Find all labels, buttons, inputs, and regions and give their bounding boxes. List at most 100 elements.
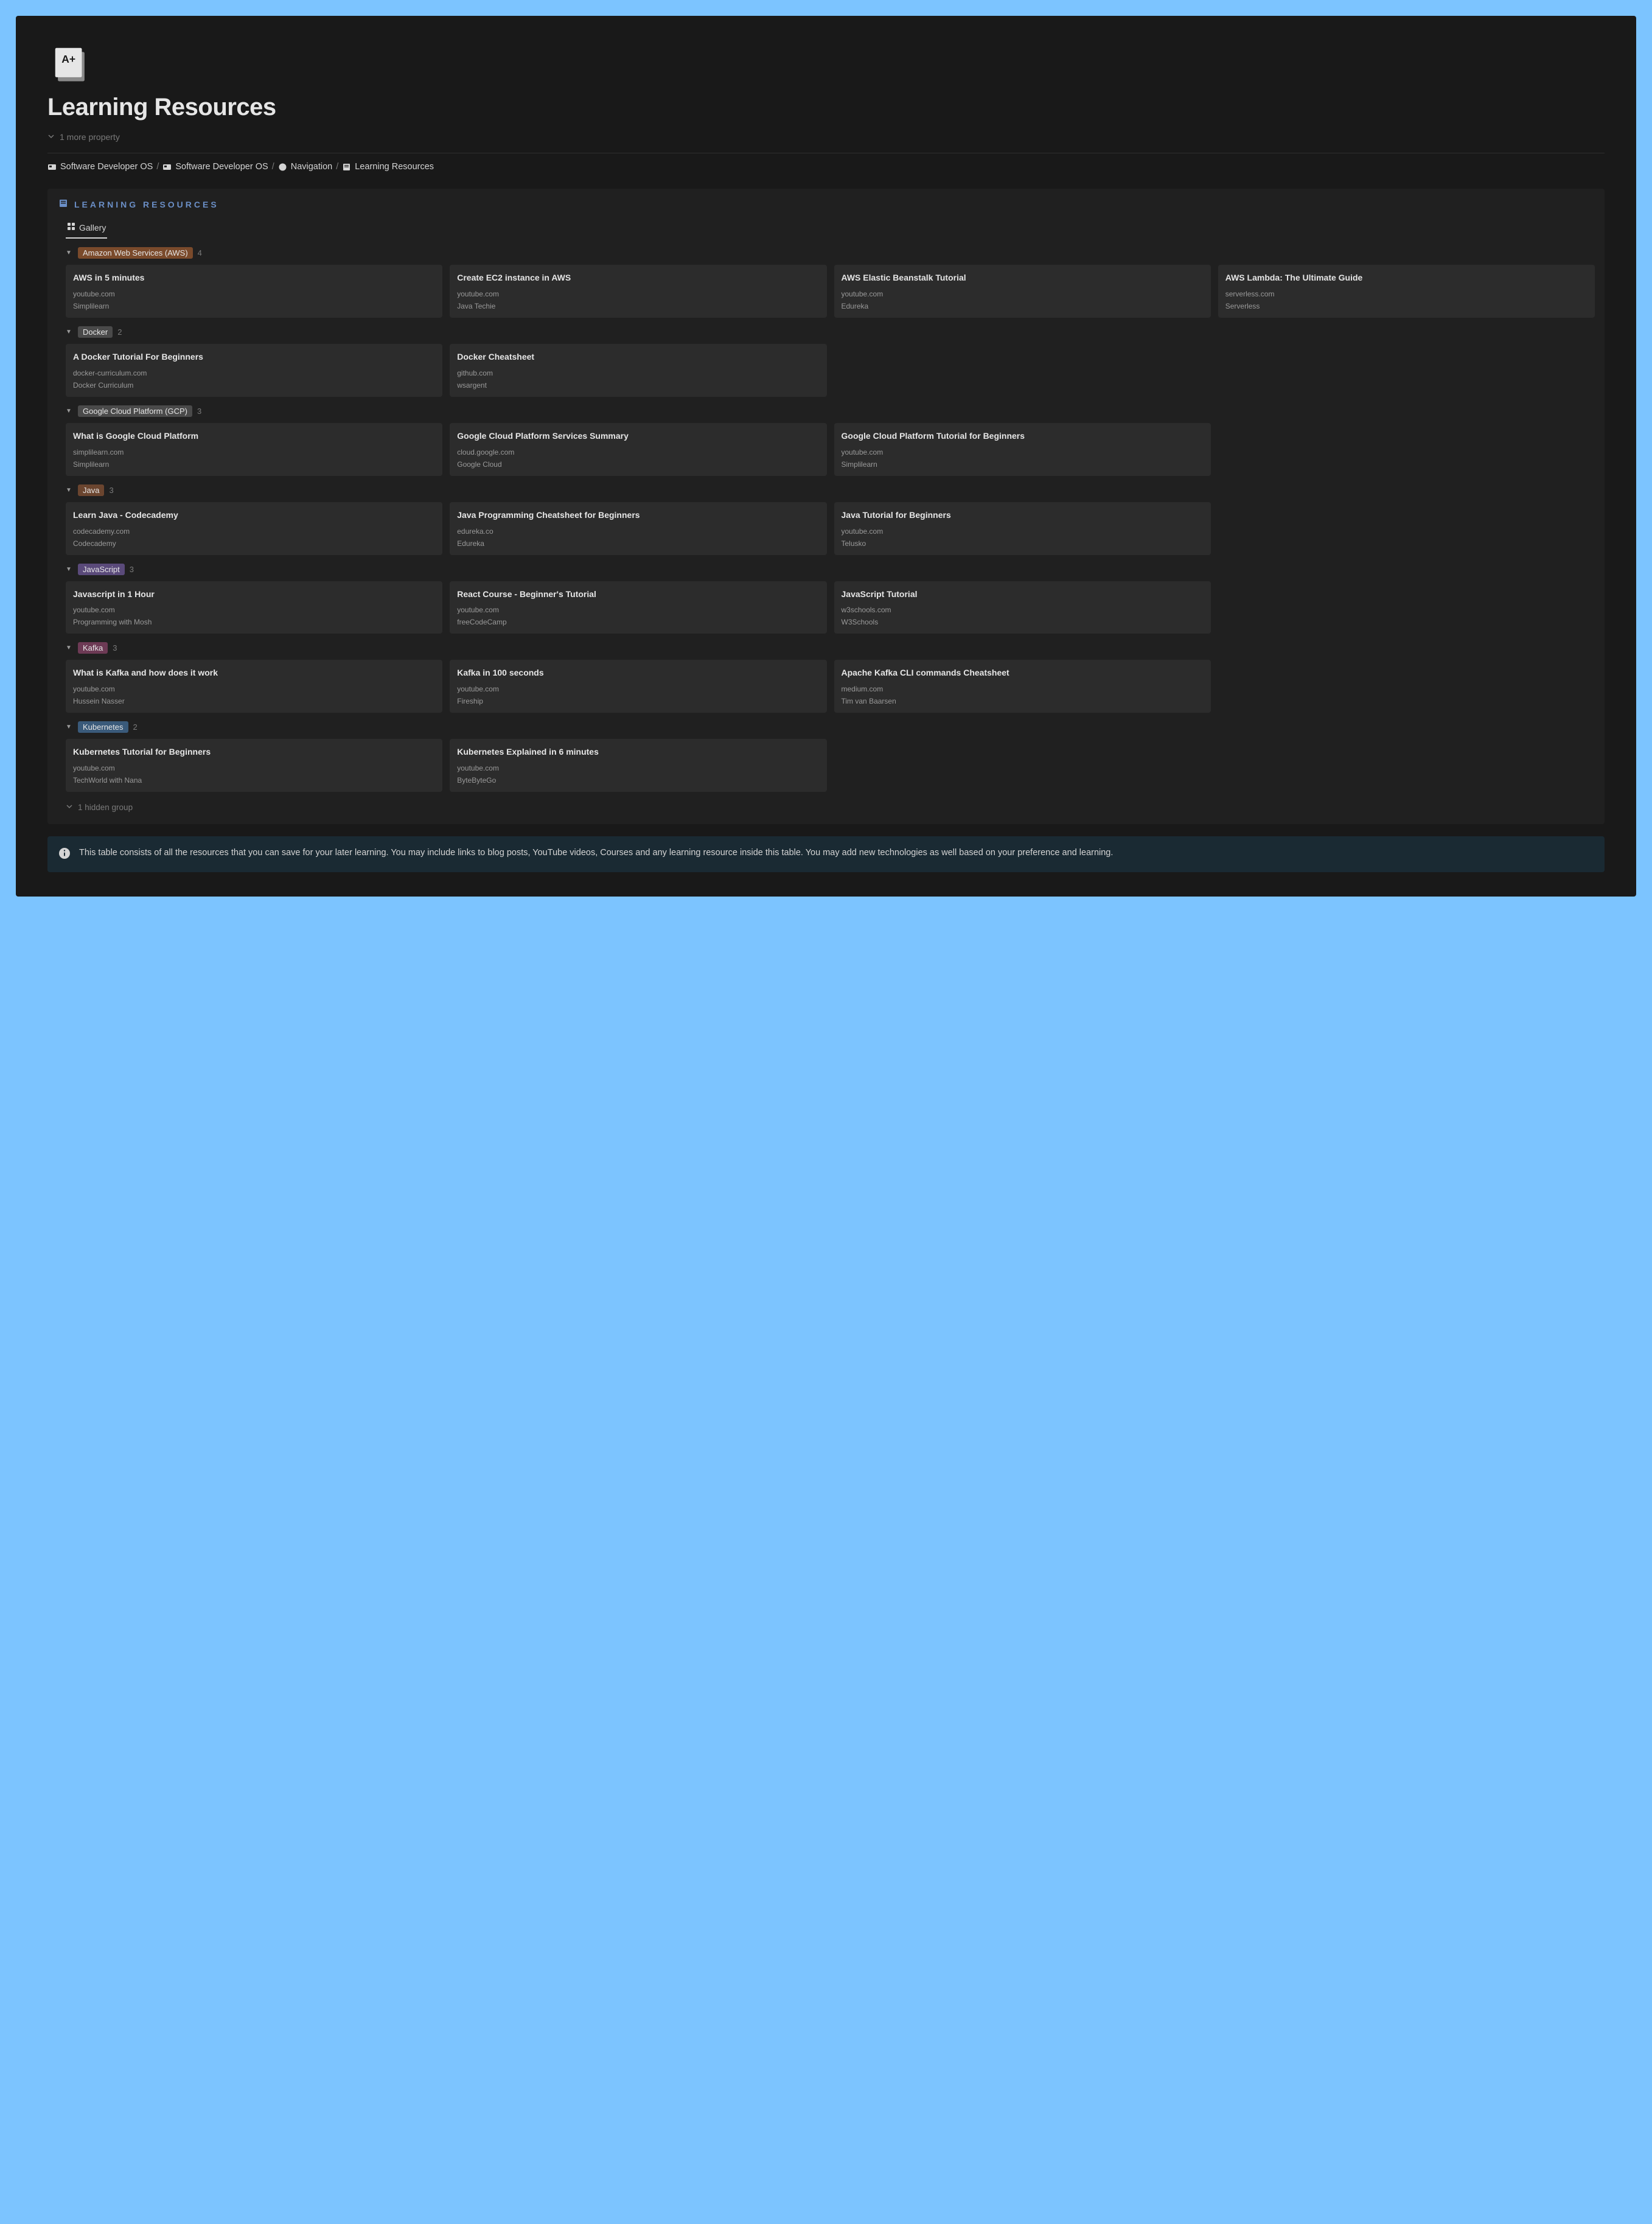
more-properties-label: 1 more property bbox=[60, 132, 120, 142]
card-title: Learn Java - Codecademy bbox=[73, 509, 435, 521]
group: ▼Java3 Learn Java - Codecademy codecademy.… bbox=[57, 484, 1595, 555]
gallery-card[interactable]: AWS Elastic Beanstalk Tutorialyoutube.co… bbox=[834, 265, 1211, 318]
card-grid: Kubernetes Tutorial for Beginnersyoutube… bbox=[66, 739, 1595, 792]
gallery-card[interactable]: Java Programming Cheatsheet for Beginner… bbox=[450, 502, 826, 555]
group: ▼Kubernetes2Kubernetes Tutorial for Begi… bbox=[57, 721, 1595, 792]
triangle-down-icon: ▼ bbox=[66, 250, 73, 256]
card-title: What is Kafka and how does it work bbox=[73, 667, 435, 679]
triangle-down-icon: ▼ bbox=[66, 408, 73, 414]
card-source: Telusko bbox=[842, 539, 1204, 548]
info-icon bbox=[58, 847, 71, 862]
group-header[interactable]: ▼Amazon Web Services (AWS)4 bbox=[66, 247, 1595, 259]
gallery-card[interactable]: AWS in 5 minutes youtube.com Simplilearn bbox=[66, 265, 442, 318]
card-grid: Javascript in 1 Houryoutube.comProgrammi… bbox=[66, 581, 1595, 634]
group-header[interactable]: ▼Kafka3 bbox=[66, 642, 1595, 654]
svg-text:A+: A+ bbox=[61, 53, 75, 65]
gallery-card[interactable]: Javascript in 1 Houryoutube.comProgrammi… bbox=[66, 581, 442, 634]
more-properties-toggle[interactable]: 1 more property bbox=[47, 132, 1605, 142]
groups-container: ▼Amazon Web Services (AWS)4 AWS in 5 minu… bbox=[57, 247, 1595, 792]
group-tag: Kubernetes bbox=[78, 721, 128, 733]
gallery-card[interactable]: JavaScript Tutorialw3schools.comW3School… bbox=[834, 581, 1211, 634]
card-title: Kafka in 100 seconds bbox=[457, 667, 819, 679]
gallery-card[interactable]: What is Kafka and how does it work youtub… bbox=[66, 660, 442, 713]
gallery-card[interactable]: Apache Kafka CLI commands Cheatsheetmedi… bbox=[834, 660, 1211, 713]
triangle-down-icon: ▼ bbox=[66, 566, 73, 573]
gallery-card[interactable]: What is Google Cloud Platform simplilearn… bbox=[66, 423, 442, 476]
card-title: JavaScript Tutorial bbox=[842, 589, 1204, 600]
hidden-groups-toggle[interactable]: 1 hidden group bbox=[57, 803, 1595, 812]
gallery-card[interactable]: Create EC2 instance in AWSyoutube.comJav… bbox=[450, 265, 826, 318]
group-header[interactable]: ▼Docker2 bbox=[66, 326, 1595, 338]
gallery-card[interactable]: React Course - Beginner's Tutorialyoutub… bbox=[450, 581, 826, 634]
gallery-card[interactable]: Kafka in 100 secondsyoutube.comFireship bbox=[450, 660, 826, 713]
card-grid: What is Kafka and how does it work youtub… bbox=[66, 660, 1595, 713]
group-count: 2 bbox=[133, 722, 138, 732]
card-url: youtube.com bbox=[73, 606, 435, 614]
group: ▼Docker2 A Docker Tutorial For Beginners d… bbox=[57, 326, 1595, 397]
group-header[interactable]: ▼Google Cloud Platform (GCP)3 bbox=[66, 405, 1595, 417]
callout: This table consists of all the resources… bbox=[47, 836, 1605, 872]
gallery-card[interactable]: Google Cloud Platform Services Summarycl… bbox=[450, 423, 826, 476]
card-title: What is Google Cloud Platform bbox=[73, 430, 435, 442]
breadcrumb-item[interactable]: Software Developer OS bbox=[47, 162, 153, 172]
card-title: Java Programming Cheatsheet for Beginner… bbox=[457, 509, 819, 521]
triangle-down-icon: ▼ bbox=[66, 645, 73, 651]
card-source: Google Cloud bbox=[457, 460, 819, 469]
compass-icon bbox=[278, 163, 287, 172]
chevron-down-icon bbox=[47, 132, 55, 142]
card-source: Simplilearn bbox=[73, 302, 435, 310]
card-url: youtube.com bbox=[73, 685, 435, 693]
breadcrumb: Software Developer OS / Software Develop… bbox=[47, 162, 1605, 172]
breadcrumb-item[interactable]: Software Developer OS bbox=[162, 162, 268, 172]
card-source: Java Techie bbox=[457, 302, 819, 310]
card-url: docker-curriculum.com bbox=[73, 369, 435, 377]
group-header[interactable]: ▼Java3 bbox=[66, 484, 1595, 496]
card-title: AWS Elastic Beanstalk Tutorial bbox=[842, 272, 1204, 284]
card-icon bbox=[47, 163, 57, 172]
card-source: TechWorld with Nana bbox=[73, 776, 435, 785]
card-source: Hussein Nasser bbox=[73, 697, 435, 705]
card-title: Javascript in 1 Hour bbox=[73, 589, 435, 600]
gallery-card[interactable]: Google Cloud Platform Tutorial for Begin… bbox=[834, 423, 1211, 476]
gallery-card[interactable]: Docker Cheatsheetgithub.comwsargent bbox=[450, 344, 826, 397]
view-tab-gallery[interactable]: Gallery bbox=[66, 219, 107, 239]
breadcrumb-separator: / bbox=[272, 162, 274, 172]
card-title: AWS in 5 minutes bbox=[73, 272, 435, 284]
card-url: youtube.com bbox=[457, 764, 819, 772]
card-url: youtube.com bbox=[842, 448, 1204, 456]
breadcrumb-separator: / bbox=[156, 162, 159, 172]
group: ▼Google Cloud Platform (GCP)3 What is Goo… bbox=[57, 405, 1595, 476]
gallery-card[interactable]: Java Tutorial for Beginnersyoutube.comTe… bbox=[834, 502, 1211, 555]
card-url: youtube.com bbox=[457, 606, 819, 614]
group-header[interactable]: ▼Kubernetes2 bbox=[66, 721, 1595, 733]
card-source: ByteByteGo bbox=[457, 776, 819, 785]
breadcrumb-label: Navigation bbox=[291, 162, 333, 172]
card-title: A Docker Tutorial For Beginners bbox=[73, 351, 435, 363]
card-url: simplilearn.com bbox=[73, 448, 435, 456]
card-url: youtube.com bbox=[73, 290, 435, 298]
view-tab-label: Gallery bbox=[79, 223, 106, 233]
gallery-card[interactable]: Learn Java - Codecademycodecademy.comCod… bbox=[66, 502, 442, 555]
breadcrumb-item[interactable]: Navigation bbox=[278, 162, 333, 172]
card-url: w3schools.com bbox=[842, 606, 1204, 614]
gallery-card[interactable]: AWS Lambda: The Ultimate Guideserverless… bbox=[1218, 265, 1595, 318]
group-count: 3 bbox=[130, 565, 134, 574]
gallery-card[interactable]: Kubernetes Explained in 6 minutes youtube… bbox=[450, 739, 826, 792]
card-url: codecademy.com bbox=[73, 527, 435, 536]
card-source: Tim van Baarsen bbox=[842, 697, 1204, 705]
breadcrumb-item[interactable]: Learning Resources bbox=[342, 162, 434, 172]
triangle-down-icon: ▼ bbox=[66, 329, 73, 335]
group: ▼JavaScript3 Javascript in 1 Hour youtube.… bbox=[57, 564, 1595, 634]
card-title: Apache Kafka CLI commands Cheatsheet bbox=[842, 667, 1204, 679]
card-url: github.com bbox=[457, 369, 819, 377]
gallery-card[interactable]: Kubernetes Tutorial for Beginnersyoutube… bbox=[66, 739, 442, 792]
database-title-row[interactable]: LEARNING RESOURCES bbox=[57, 198, 1595, 210]
group-header[interactable]: ▼JavaScript3 bbox=[66, 564, 1595, 575]
card-title: Kubernetes Explained in 6 minutes bbox=[457, 746, 819, 758]
breadcrumb-label: Software Developer OS bbox=[175, 162, 268, 172]
page-root: A+ Learning Resources 1 more property So… bbox=[16, 16, 1636, 897]
gallery-card[interactable]: A Docker Tutorial For Beginners docker-cu… bbox=[66, 344, 442, 397]
card-url: youtube.com bbox=[73, 764, 435, 772]
card-grid: What is Google Cloud Platform simplilearn… bbox=[66, 423, 1595, 476]
gallery-icon bbox=[67, 222, 75, 233]
